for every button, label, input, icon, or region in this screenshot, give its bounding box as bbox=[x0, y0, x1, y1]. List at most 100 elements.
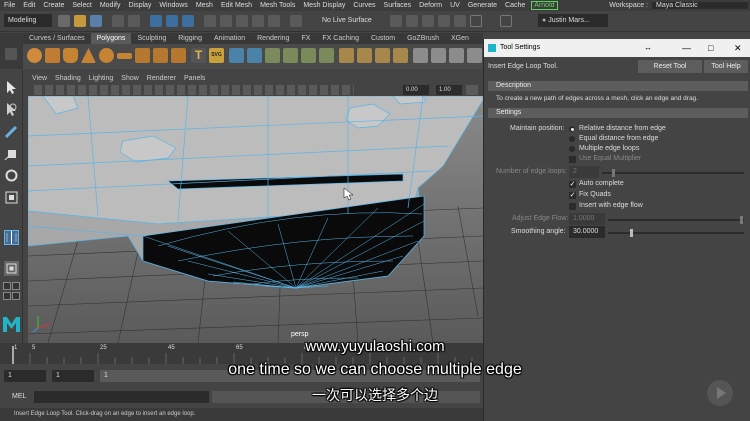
paint-select-tool-icon[interactable] bbox=[4, 124, 19, 139]
close-icon[interactable]: ✕ bbox=[734, 39, 742, 57]
adjust-edge-flow-slider[interactable] bbox=[608, 219, 744, 221]
poly-cube-icon[interactable] bbox=[45, 48, 60, 63]
menu-create[interactable]: Create bbox=[39, 2, 68, 9]
mel-input[interactable] bbox=[34, 391, 209, 403]
new-scene-icon[interactable] bbox=[58, 15, 70, 27]
multi-cut-icon[interactable] bbox=[413, 48, 428, 63]
tool-help-button[interactable]: Tool Help bbox=[704, 60, 748, 73]
tab-rigging[interactable]: Rigging bbox=[172, 33, 208, 44]
menu-mesh-tools[interactable]: Mesh Tools bbox=[256, 2, 299, 9]
snap-point-icon[interactable] bbox=[236, 15, 248, 27]
menu-uv[interactable]: UV bbox=[446, 2, 464, 9]
graph-layout-icon[interactable] bbox=[12, 292, 20, 300]
minimize-icon[interactable]: — bbox=[682, 39, 691, 57]
mirror-icon[interactable] bbox=[339, 48, 354, 63]
radio-equal-distance[interactable] bbox=[569, 136, 575, 142]
menu-generate[interactable]: Generate bbox=[464, 2, 501, 9]
tab-curves-surfaces[interactable]: Curves / Surfaces bbox=[23, 33, 91, 44]
snap-surface-icon[interactable] bbox=[268, 15, 280, 27]
tab-xgen[interactable]: XGen bbox=[445, 33, 475, 44]
snap-view-icon[interactable] bbox=[252, 15, 264, 27]
shelf-options-icon[interactable] bbox=[5, 48, 17, 60]
make-live-icon[interactable] bbox=[290, 15, 302, 27]
menu-file[interactable]: File bbox=[0, 2, 19, 9]
mode-select[interactable]: Modeling bbox=[4, 14, 52, 27]
super-shape-icon[interactable] bbox=[171, 48, 186, 63]
menu-edit[interactable]: Edit bbox=[19, 2, 39, 9]
redo-icon[interactable] bbox=[128, 15, 140, 27]
render-settings-icon[interactable] bbox=[422, 15, 434, 27]
target-weld-icon[interactable] bbox=[431, 48, 446, 63]
single-view-layout-icon[interactable] bbox=[4, 261, 19, 276]
boolean-intersect-icon[interactable] bbox=[319, 48, 334, 63]
settings-header[interactable]: Settings bbox=[488, 108, 748, 118]
select-object-icon[interactable] bbox=[166, 15, 178, 27]
select-component-icon[interactable] bbox=[182, 15, 194, 27]
smoothing-angle-field[interactable]: 30.0000 bbox=[569, 226, 605, 238]
vp-field-b[interactable]: 1.00 bbox=[436, 85, 462, 95]
poly-torus-icon[interactable] bbox=[99, 48, 114, 63]
tab-fx-caching[interactable]: FX Caching bbox=[316, 33, 365, 44]
select-tool-icon[interactable] bbox=[4, 80, 19, 95]
insert-with-edge-flow-checkbox[interactable] bbox=[569, 203, 576, 210]
insert-edge-loop-tool-icon[interactable] bbox=[4, 230, 19, 245]
open-scene-icon[interactable] bbox=[74, 15, 86, 27]
snap-curve-icon[interactable] bbox=[220, 15, 232, 27]
combine-icon[interactable] bbox=[229, 48, 244, 63]
time-slider[interactable]: 1 5 25 45 65 85 105 bbox=[0, 343, 483, 364]
vp-menu-view[interactable]: View bbox=[28, 74, 51, 84]
save-scene-icon[interactable] bbox=[90, 15, 102, 27]
snap-grid-icon[interactable] bbox=[204, 15, 216, 27]
menu-arnold[interactable]: Arnold bbox=[531, 1, 558, 10]
number-of-edge-loops-field[interactable]: 2 bbox=[569, 166, 599, 178]
poly-plane-icon[interactable] bbox=[117, 53, 132, 59]
render-icon[interactable] bbox=[390, 15, 402, 27]
menu-surfaces[interactable]: Surfaces bbox=[380, 2, 416, 9]
adjust-edge-flow-thumb[interactable] bbox=[740, 216, 743, 224]
poly-svg-icon[interactable]: SVG bbox=[209, 48, 224, 63]
vp-menu-show[interactable]: Show bbox=[117, 74, 143, 84]
quad-draw-icon[interactable] bbox=[467, 48, 482, 63]
fix-quads-checkbox[interactable]: ✓ bbox=[569, 192, 576, 199]
radio-relative-distance[interactable] bbox=[569, 126, 575, 132]
vp-menu-shading[interactable]: Shading bbox=[51, 74, 85, 84]
viewport-persp[interactable]: persp bbox=[28, 96, 483, 343]
start-time-field[interactable]: 1 bbox=[4, 370, 46, 382]
menu-mesh-display[interactable]: Mesh Display bbox=[299, 2, 349, 9]
poly-cylinder-icon[interactable] bbox=[63, 48, 78, 63]
smoothing-angle-thumb[interactable] bbox=[630, 229, 633, 237]
menu-windows[interactable]: Windows bbox=[155, 2, 191, 9]
lasso-tool-icon[interactable] bbox=[4, 102, 19, 117]
render-view-icon[interactable] bbox=[454, 15, 466, 27]
viewport-scene[interactable] bbox=[28, 96, 483, 343]
hypershade-icon[interactable] bbox=[438, 15, 450, 27]
platonic-solid-icon[interactable] bbox=[153, 48, 168, 63]
boolean-difference-icon[interactable] bbox=[301, 48, 316, 63]
tab-polygons[interactable]: Polygons bbox=[90, 33, 132, 44]
tab-animation[interactable]: Animation bbox=[208, 33, 251, 44]
menu-modify[interactable]: Modify bbox=[96, 2, 125, 9]
vp-gamma-icon[interactable] bbox=[466, 85, 478, 95]
maximize-icon[interactable]: □ bbox=[708, 39, 713, 57]
bridge-icon[interactable] bbox=[375, 48, 390, 63]
vp-field-a[interactable]: 0.00 bbox=[403, 85, 429, 95]
number-of-edge-loops-thumb[interactable] bbox=[612, 169, 615, 177]
auto-complete-checkbox[interactable]: ✓ bbox=[569, 181, 576, 188]
menu-curves[interactable]: Curves bbox=[349, 2, 379, 9]
sandbox-icon[interactable] bbox=[500, 15, 512, 27]
arnold-render-icon[interactable] bbox=[470, 15, 482, 27]
tab-sculpting[interactable]: Sculpting bbox=[131, 33, 172, 44]
radio-multiple-edge-loops[interactable] bbox=[569, 146, 575, 152]
connect-icon[interactable] bbox=[449, 48, 464, 63]
tab-fx[interactable]: FX bbox=[295, 33, 316, 44]
bevel-icon[interactable] bbox=[393, 48, 408, 63]
pin-icon[interactable]: ↔ bbox=[644, 39, 652, 57]
menu-mesh[interactable]: Mesh bbox=[192, 2, 217, 9]
poly-disc-icon[interactable] bbox=[135, 48, 150, 63]
poly-sphere-icon[interactable] bbox=[27, 48, 42, 63]
menu-select[interactable]: Select bbox=[68, 2, 95, 9]
poly-cone-icon[interactable] bbox=[81, 48, 96, 63]
number-of-edge-loops-slider[interactable] bbox=[602, 172, 744, 174]
viewport-toolbar-icons[interactable] bbox=[34, 85, 354, 95]
four-view-layout-icon[interactable] bbox=[3, 282, 11, 290]
